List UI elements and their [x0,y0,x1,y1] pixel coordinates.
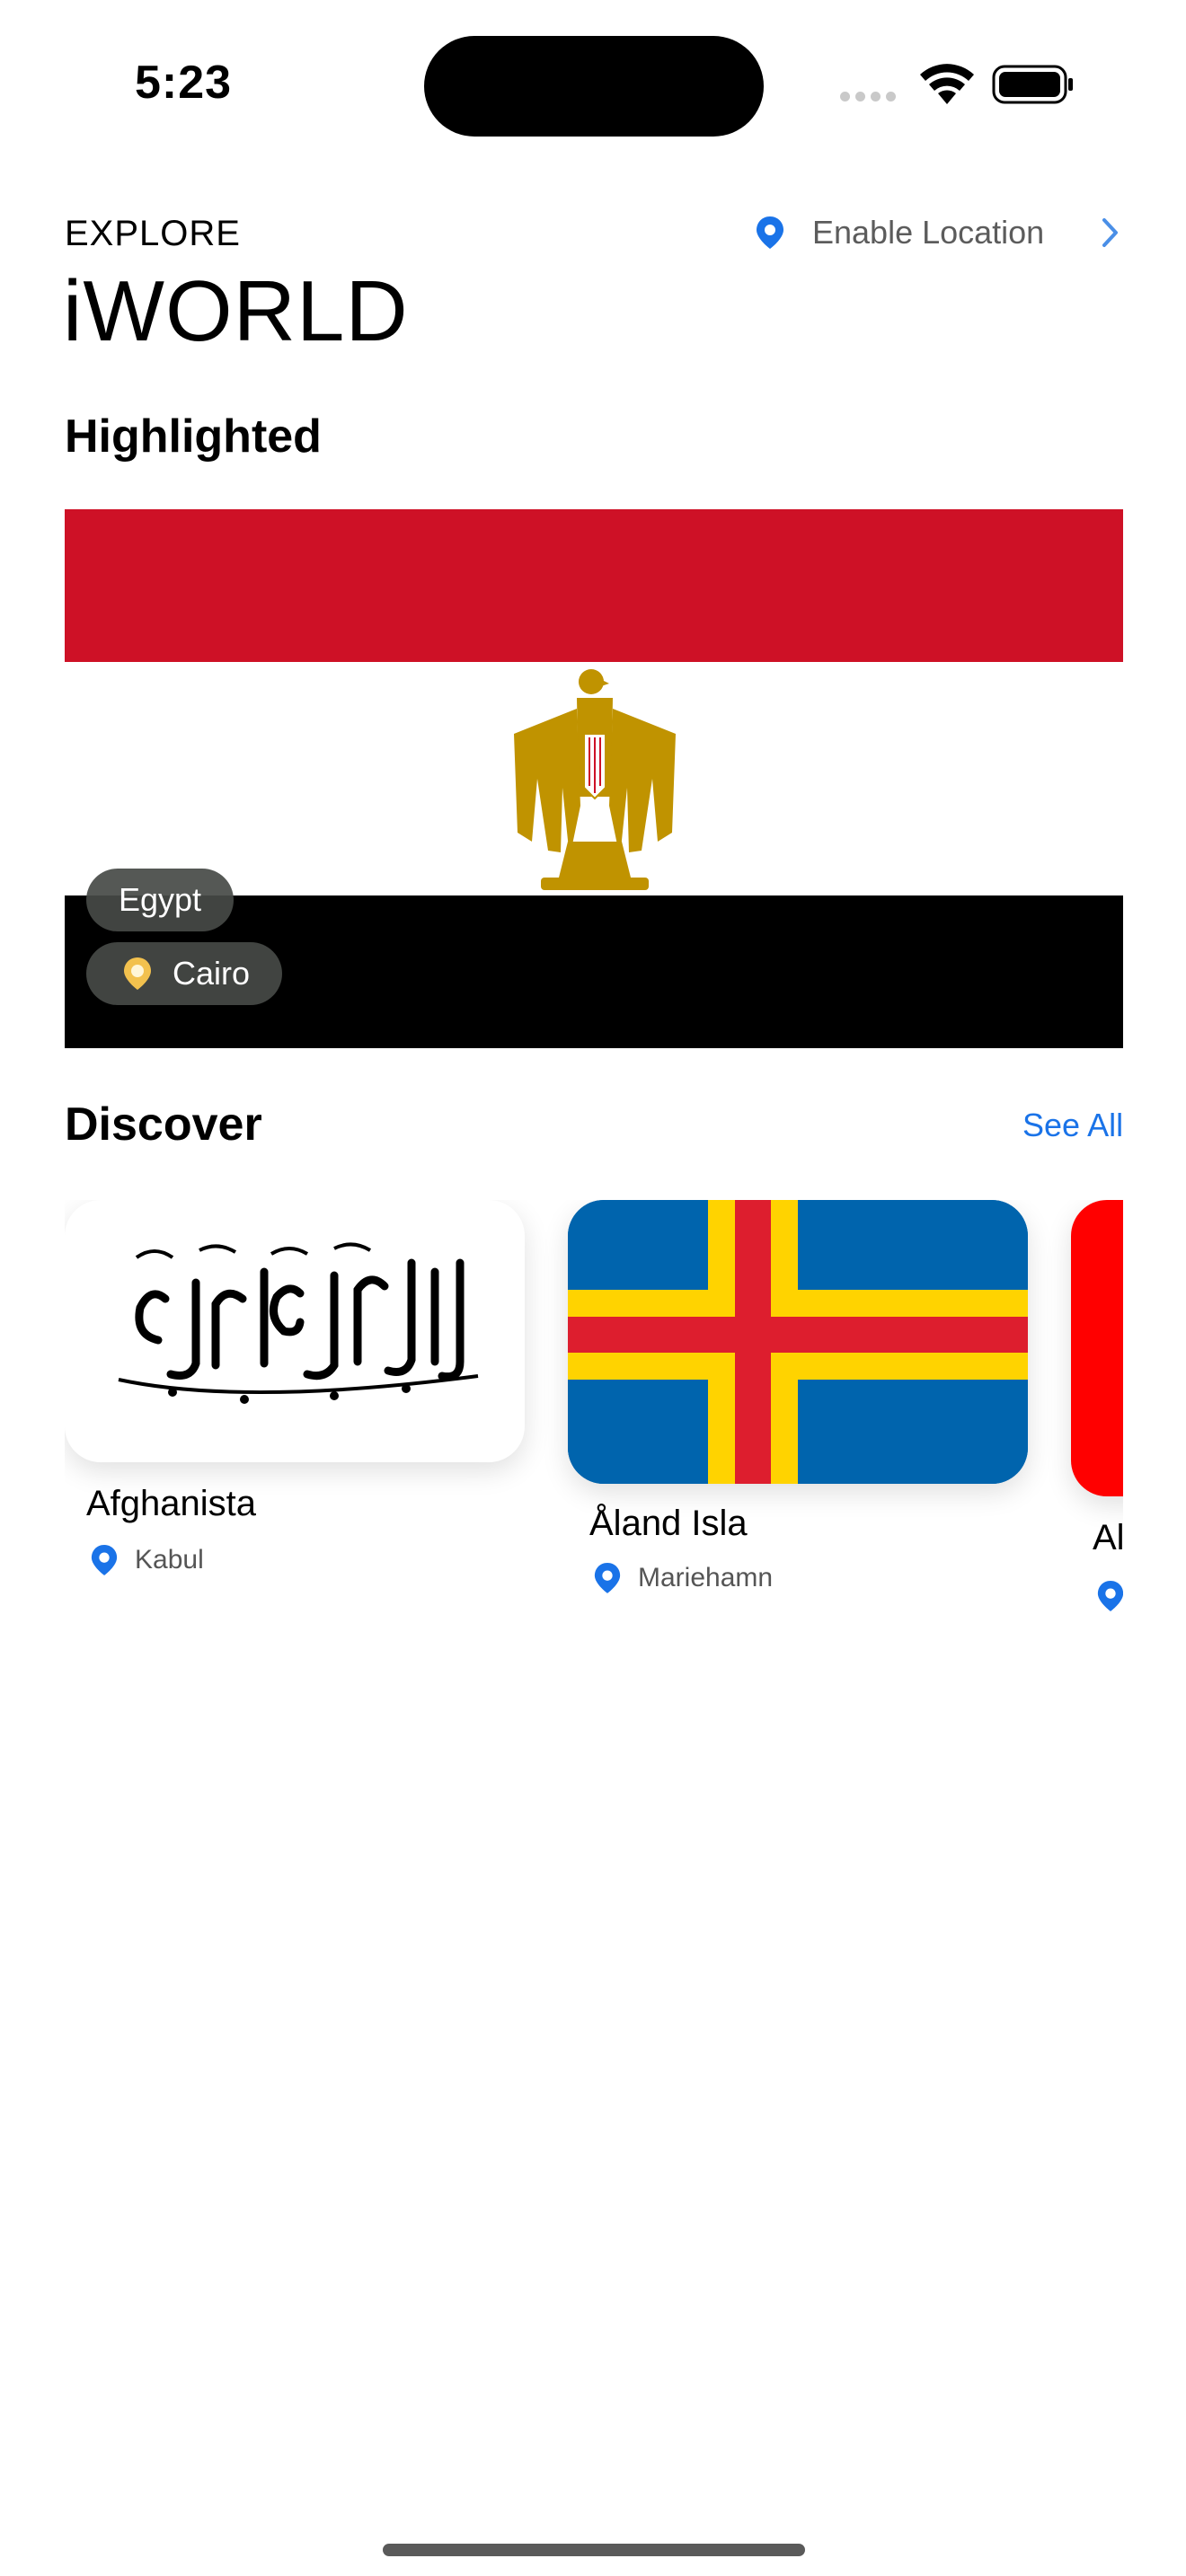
cellular-signal-icon [840,90,903,101]
country-card[interactable]: Afghanista Kabul [65,1200,550,1631]
flag-image [568,1200,1028,1484]
location-pin-icon [1097,1581,1123,1611]
capital-row [1096,1579,1123,1613]
location-pin-icon [91,1545,118,1575]
country-card[interactable]: Al [1071,1200,1123,1631]
afghanistan-flag-icon [118,1242,479,1404]
aland-islands-flag-icon [568,1200,1028,1484]
home-indicator[interactable] [383,2544,805,2556]
highlighted-country-card[interactable]: Egypt Cairo [65,509,1123,1048]
location-pin-icon [124,957,151,990]
flag-image [65,1200,525,1462]
status-time: 5:23 [135,57,233,109]
location-pin-icon [594,1563,621,1593]
enable-location-label: Enable Location [812,214,1045,251]
discover-section-title: Discover [65,1098,262,1151]
capital-row: Mariehamn [593,1561,773,1595]
flag-band-red [65,509,1123,662]
location-pin-icon [757,216,783,249]
country-name: Åland Isla [589,1504,748,1543]
enable-location-button[interactable]: Enable Location [755,208,1123,257]
battery-icon [992,65,1073,104]
page-eyebrow: EXPLORE [65,214,241,253]
capital-name: Mariehamn [638,1563,774,1592]
highlighted-capital-name: Cairo [173,955,251,992]
country-card[interactable]: Åland Isla Mariehamn [568,1200,1053,1631]
highlighted-country-name: Egypt [119,881,202,918]
capital-name: Kabul [135,1545,204,1575]
capital-row: Kabul [90,1543,204,1577]
country-name: Al [1093,1518,1123,1557]
wifi-icon [920,64,974,104]
eagle-of-saladin-emblem-icon [514,669,676,890]
highlighted-section-title: Highlighted [65,410,322,463]
chevron-right-icon [1102,218,1118,247]
capital-pill: Cairo [86,942,283,1005]
country-name: Afghanista [86,1484,257,1523]
page-title: iWORLD [63,263,409,359]
flag-image [1071,1200,1123,1496]
see-all-link[interactable]: See All [1022,1107,1123,1144]
country-pill: Egypt [86,869,235,931]
dynamic-island [424,36,764,137]
discover-carousel[interactable]: Afghanista Kabul Åland Isla Mariehamn Al [65,1200,1123,1631]
